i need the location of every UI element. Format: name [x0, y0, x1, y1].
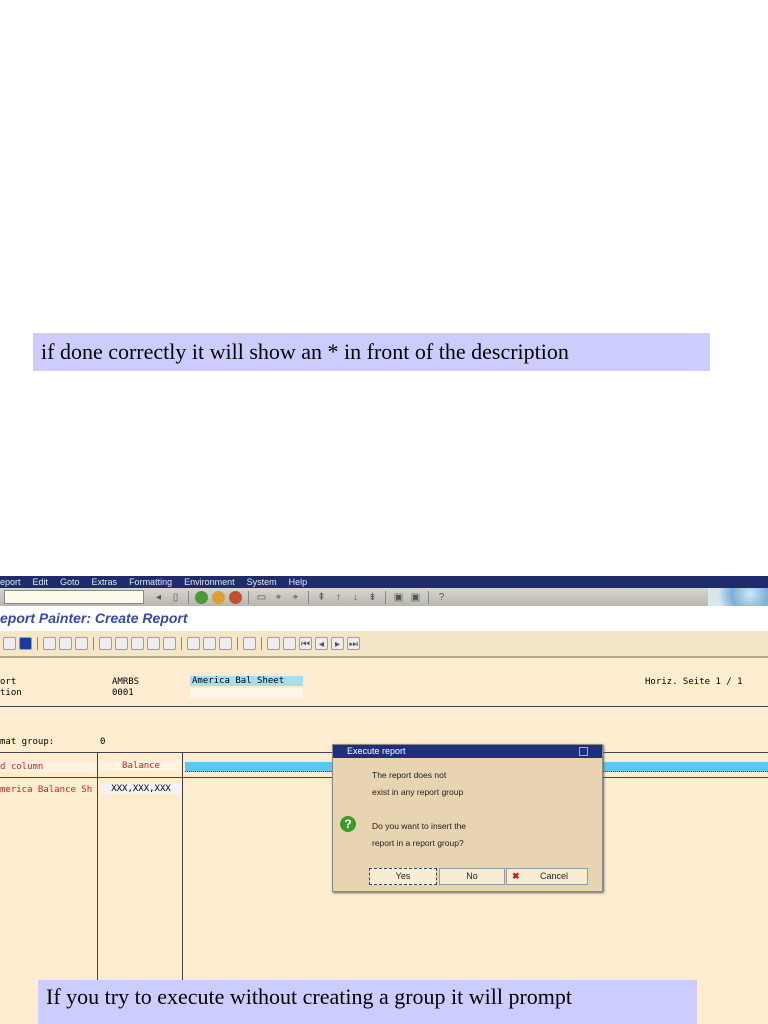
- yes-button[interactable]: Yes: [369, 868, 437, 885]
- previous-icon[interactable]: ◂: [315, 637, 328, 650]
- insert-icon[interactable]: [99, 637, 112, 650]
- no-button[interactable]: No: [439, 868, 505, 885]
- menu-system[interactable]: System: [247, 577, 277, 587]
- sap-window: eport Edit Goto Extras Formatting Environment…: [0, 576, 768, 1024]
- annotation-bottom: If you try to execute without creating a…: [38, 980, 697, 1024]
- system-toolbar: ◂ ▯ ▭ ⌖ ⌖ ⇞ ↑ ↓ ⇟ ▣ ▣ ?: [0, 576, 768, 606]
- cancel-icon[interactable]: [229, 590, 242, 604]
- lead-column-header[interactable]: d column: [0, 762, 95, 772]
- first-page-icon[interactable]: ⇞: [315, 591, 328, 604]
- print-preview-icon[interactable]: [43, 637, 56, 650]
- description-field-2[interactable]: [190, 688, 303, 699]
- hierarchy-icon[interactable]: [75, 637, 88, 650]
- new-session-icon[interactable]: ▣: [392, 591, 405, 604]
- page-title: eport Painter: Create Report: [0, 606, 768, 631]
- dialog-message-line3: Do you want to insert the: [372, 821, 467, 831]
- report-value: AMRBS: [112, 677, 140, 687]
- find-icon[interactable]: ⌖: [272, 591, 285, 604]
- cancel-x-icon: ✖: [512, 871, 520, 881]
- format-icon[interactable]: [243, 637, 256, 650]
- select-icon[interactable]: [147, 637, 160, 650]
- save-icon[interactable]: ▯: [169, 591, 182, 604]
- section-value: 0001: [112, 688, 134, 698]
- info-icon[interactable]: [19, 637, 32, 650]
- report-description[interactable]: America Bal Sheet: [190, 676, 303, 686]
- page-icon[interactable]: [267, 637, 280, 650]
- row-value[interactable]: XXX,XXX,XXX: [101, 784, 181, 794]
- menu-edit[interactable]: Edit: [33, 577, 49, 587]
- cancel-label: Cancel: [539, 871, 568, 881]
- execute-report-dialog: Execute report The report does not exist…: [332, 744, 603, 892]
- format-group-label: mat group:: [0, 737, 55, 747]
- change-display-icon[interactable]: [3, 637, 16, 650]
- prev-page-icon[interactable]: ↑: [332, 591, 345, 604]
- filter-icon[interactable]: [59, 637, 72, 650]
- close-icon[interactable]: [579, 747, 588, 756]
- menu-help[interactable]: Help: [289, 577, 308, 587]
- menu-environment[interactable]: Environment: [184, 577, 235, 587]
- command-field[interactable]: [4, 590, 144, 604]
- zoom-icon[interactable]: [115, 637, 128, 650]
- back-arrow-icon[interactable]: ◂: [152, 591, 165, 604]
- next-page-icon[interactable]: ↓: [349, 591, 362, 604]
- format-group-value: 0: [100, 737, 106, 747]
- menu-formatting[interactable]: Formatting: [129, 577, 172, 587]
- page2-icon[interactable]: [283, 637, 296, 650]
- first-icon[interactable]: ⏮: [299, 637, 312, 650]
- page-info: Horiz. Seite 1 / 1: [645, 677, 743, 687]
- section-label: tion: [0, 688, 22, 698]
- shortcut-icon[interactable]: ▣: [409, 591, 422, 604]
- menu-report[interactable]: eport: [0, 577, 21, 587]
- print-icon[interactable]: ▭: [255, 591, 268, 604]
- menu-goto[interactable]: Goto: [60, 577, 80, 587]
- execute-icon[interactable]: [131, 637, 144, 650]
- dialog-message-line2: exist in any report group: [372, 787, 464, 797]
- find-next-icon[interactable]: ⌖: [289, 591, 302, 604]
- menu-extras[interactable]: Extras: [92, 577, 118, 587]
- copy-icon[interactable]: [203, 637, 216, 650]
- application-toolbar: ⏮ ◂ ▸ ⏭: [0, 631, 768, 658]
- report-label: ort: [0, 677, 17, 687]
- row-label[interactable]: merica Balance Sh: [0, 785, 92, 795]
- exit-icon[interactable]: [212, 590, 225, 604]
- dialog-message-line4: report in a report group?: [372, 838, 464, 848]
- cancel-button[interactable]: ✖ Cancel: [506, 868, 588, 885]
- question-icon: ?: [340, 816, 356, 832]
- last-icon[interactable]: ⏭: [347, 637, 360, 650]
- cut-icon[interactable]: [187, 637, 200, 650]
- last-page-icon[interactable]: ⇟: [366, 591, 379, 604]
- dialog-titlebar: Execute report: [333, 745, 602, 758]
- dialog-message-line1: The report does not: [372, 770, 447, 780]
- delete-icon[interactable]: [163, 637, 176, 650]
- menu-bar: eport Edit Goto Extras Formatting Environment…: [0, 576, 768, 588]
- help-icon[interactable]: ?: [435, 591, 448, 604]
- dialog-title: Execute report: [347, 746, 406, 756]
- back-icon[interactable]: [195, 590, 208, 604]
- paste-icon[interactable]: [219, 637, 232, 650]
- balance-column-header[interactable]: Balance: [101, 761, 181, 771]
- next-icon[interactable]: ▸: [331, 637, 344, 650]
- annotation-top: if done correctly it will show an * in f…: [33, 333, 710, 371]
